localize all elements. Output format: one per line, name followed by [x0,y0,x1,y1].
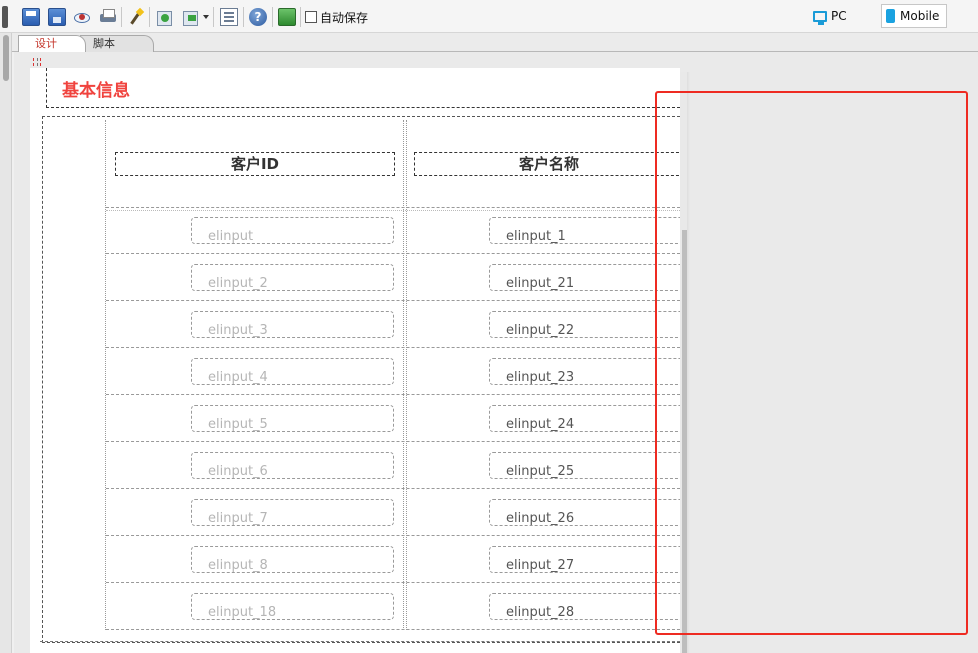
checkbox-icon[interactable] [305,11,317,23]
input-field[interactable]: elinput_28 [489,593,680,620]
form-bottom-border [40,641,680,642]
row-divider [106,582,680,583]
tab-bar: 设计 脚本 [12,33,978,52]
input-field[interactable]: elinput_1 [489,217,680,244]
input-field[interactable]: elinput_26 [489,499,680,526]
row-divider [106,207,680,208]
export-icon[interactable] [181,8,199,26]
form-page: 基本信息 客户ID 客户名称 elinput elinput_1 elinput… [30,68,680,653]
input-field[interactable]: elinput [191,217,394,244]
row-divider [106,253,680,254]
view-pc-label: PC [831,9,847,23]
export-dropdown-caret-icon[interactable] [203,15,209,19]
phone-icon [886,9,895,23]
input-field[interactable]: elinput_24 [489,405,680,432]
toolbar-separator [149,7,150,27]
input-field[interactable]: elinput_5 [191,405,394,432]
input-field[interactable]: elinput_7 [191,499,394,526]
input-field[interactable]: elinput_23 [489,358,680,385]
input-field[interactable]: elinput_6 [191,452,394,479]
save-icon[interactable] [22,8,40,26]
help-icon[interactable]: ? [249,8,267,26]
section-title: 基本信息 [62,81,130,101]
column-header-customer-name[interactable]: 客户名称 [414,152,680,176]
column-divider [105,120,106,630]
input-field[interactable]: elinput_8 [191,546,394,573]
input-field[interactable]: elinput_27 [489,546,680,573]
view-mobile-label: Mobile [900,9,940,23]
column-header-customer-id[interactable]: 客户ID [115,152,395,176]
autosave-checkbox[interactable]: 自动保存 [305,9,368,25]
green-block-icon[interactable] [278,8,296,26]
row-divider [106,629,680,630]
autosave-label: 自动保存 [320,10,369,25]
toolbar: ? 自动保存 PC Mobile [0,0,978,33]
input-field[interactable]: elinput_25 [489,452,680,479]
input-field[interactable]: elinput_3 [191,311,394,338]
input-field[interactable]: elinput_21 [489,264,680,291]
row-divider [106,300,680,301]
import-icon[interactable] [155,8,173,26]
view-mobile-button[interactable]: Mobile [881,4,947,28]
save-as-icon[interactable] [48,8,66,26]
print-icon[interactable] [99,8,117,26]
view-pc-button[interactable]: PC [809,5,851,27]
input-field[interactable]: elinput_2 [191,264,394,291]
row-divider [106,210,680,211]
highlight-box [655,91,968,635]
row-divider [106,535,680,536]
monitor-icon [813,10,827,25]
column-divider [406,120,407,630]
left-scroll-thumb[interactable] [3,35,9,81]
magic-wand-icon[interactable] [127,8,145,26]
row-divider [106,488,680,489]
input-field[interactable]: elinput_4 [191,358,394,385]
toolbar-separator [272,7,273,27]
toolbar-separator [243,7,244,27]
list-icon[interactable] [220,8,238,26]
tab-design[interactable]: 设计 [18,35,86,52]
column-divider [403,120,404,630]
tab-script[interactable]: 脚本 [80,35,154,52]
row-divider [106,394,680,395]
section-header[interactable] [46,68,680,108]
toolbar-separator [300,7,301,27]
toolbar-grip[interactable] [2,6,8,28]
row-divider [106,347,680,348]
toolbar-separator [213,7,214,27]
input-field[interactable]: elinput_18 [191,593,394,620]
left-panel-strip [0,33,12,653]
input-field[interactable]: elinput_22 [489,311,680,338]
preview-icon[interactable] [73,8,91,26]
toolbar-separator [121,7,122,27]
row-divider [106,441,680,442]
